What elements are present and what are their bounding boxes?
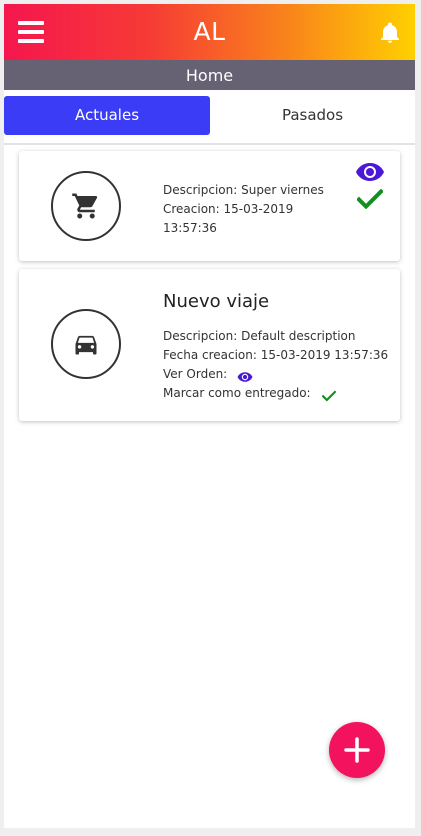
trip-card: Nuevo viaje Descripcion: Default descrip… [19,269,400,421]
plus-icon [344,737,370,763]
tab-actuales[interactable]: Actuales [4,96,210,135]
trip-type-avatar [51,309,121,379]
add-button[interactable] [329,722,385,778]
eye-icon[interactable] [355,162,385,186]
app-screen: AL Home Actuales Pasados Descripcion: Su… [4,4,415,828]
car-icon [75,335,97,355]
shopping-cart-icon [72,193,98,219]
check-icon[interactable] [356,188,384,213]
app-title: AL [193,17,226,46]
trip-created-date: Fecha creacion: 15-03-2019 13:57:36 [163,348,389,362]
order-type-avatar [51,171,121,241]
page-subheader: Home [4,60,415,90]
trip-description: Descripcion: Default description [163,329,356,343]
page-title: Home [185,66,234,85]
card-created-date: Creacion: 15-03-2019 [163,202,294,216]
bell-icon[interactable] [378,21,402,45]
card-description: Descripcion: Super viernes [163,183,324,197]
view-order-eye-icon[interactable] [237,368,253,387]
mark-delivered-check-icon[interactable] [321,387,337,406]
card-created-time: 13:57:36 [163,221,217,235]
tab-pasados[interactable]: Pasados [210,96,415,135]
tab-bar: Actuales Pasados [4,90,415,145]
trip-title: Nuevo viaje [163,291,270,312]
order-card: Descripcion: Super viernes Creacion: 15-… [19,151,400,261]
app-header: AL [4,4,415,60]
mark-delivered-label: Marcar como entregado: [163,386,311,400]
view-order-label: Ver Orden: [163,367,228,381]
